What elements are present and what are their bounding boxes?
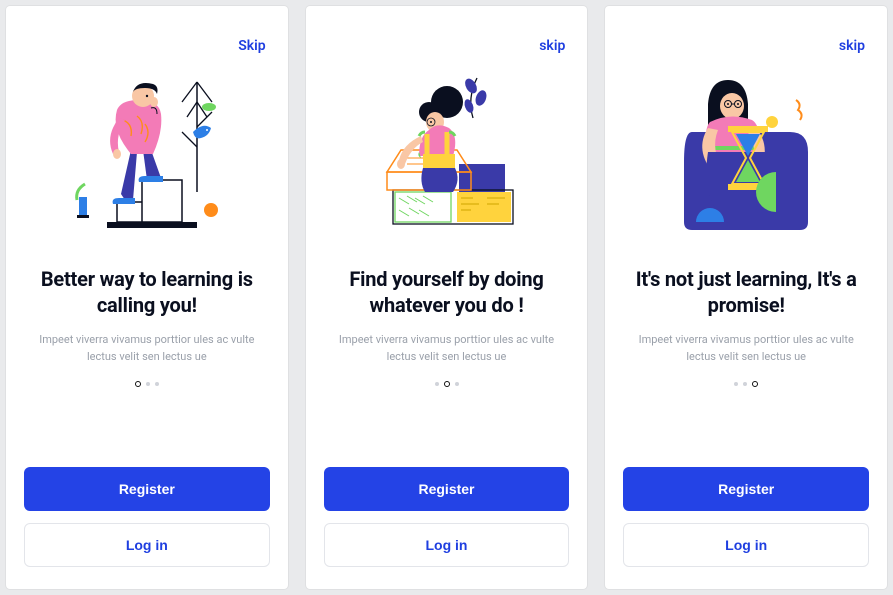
onboarding-screen-1: Skip xyxy=(6,6,288,589)
page-indicator xyxy=(24,381,270,387)
dot-1 xyxy=(743,382,747,386)
illustration-person-reading-box xyxy=(324,62,570,242)
button-group: Register Log in xyxy=(24,467,270,567)
button-group: Register Log in xyxy=(623,467,869,567)
skip-link[interactable]: Skip xyxy=(238,24,269,54)
login-button[interactable]: Log in xyxy=(324,523,570,567)
dot-1 xyxy=(146,382,150,386)
register-button[interactable]: Register xyxy=(623,467,869,511)
dot-0 xyxy=(135,381,141,387)
dot-2 xyxy=(455,382,459,386)
onboarding-subtitle: Impeet viverra vivamus porttior ules ac … xyxy=(24,332,270,365)
dot-2 xyxy=(752,381,758,387)
onboarding-subtitle: Impeet viverra vivamus porttior ules ac … xyxy=(623,332,869,365)
dot-0 xyxy=(435,382,439,386)
onboarding-screen-2: skip xyxy=(306,6,588,589)
button-group: Register Log in xyxy=(324,467,570,567)
dot-0 xyxy=(734,382,738,386)
illustration-person-steps-bird xyxy=(24,62,270,242)
login-button[interactable]: Log in xyxy=(623,523,869,567)
onboarding-title: Find yourself by doing whatever you do ! xyxy=(324,266,570,318)
dot-1 xyxy=(444,381,450,387)
page-indicator xyxy=(324,381,570,387)
dot-2 xyxy=(155,382,159,386)
illustration-person-hourglass-chair xyxy=(623,62,869,242)
onboarding-title: It's not just learning, It's a promise! xyxy=(623,266,869,318)
register-button[interactable]: Register xyxy=(24,467,270,511)
login-button[interactable]: Log in xyxy=(24,523,270,567)
onboarding-title: Better way to learning is calling you! xyxy=(24,266,270,318)
register-button[interactable]: Register xyxy=(324,467,570,511)
skip-link[interactable]: skip xyxy=(539,24,569,54)
onboarding-subtitle: Impeet viverra vivamus porttior ules ac … xyxy=(324,332,570,365)
skip-link[interactable]: skip xyxy=(839,24,869,54)
page-indicator xyxy=(623,381,869,387)
onboarding-screen-3: skip xyxy=(605,6,887,589)
